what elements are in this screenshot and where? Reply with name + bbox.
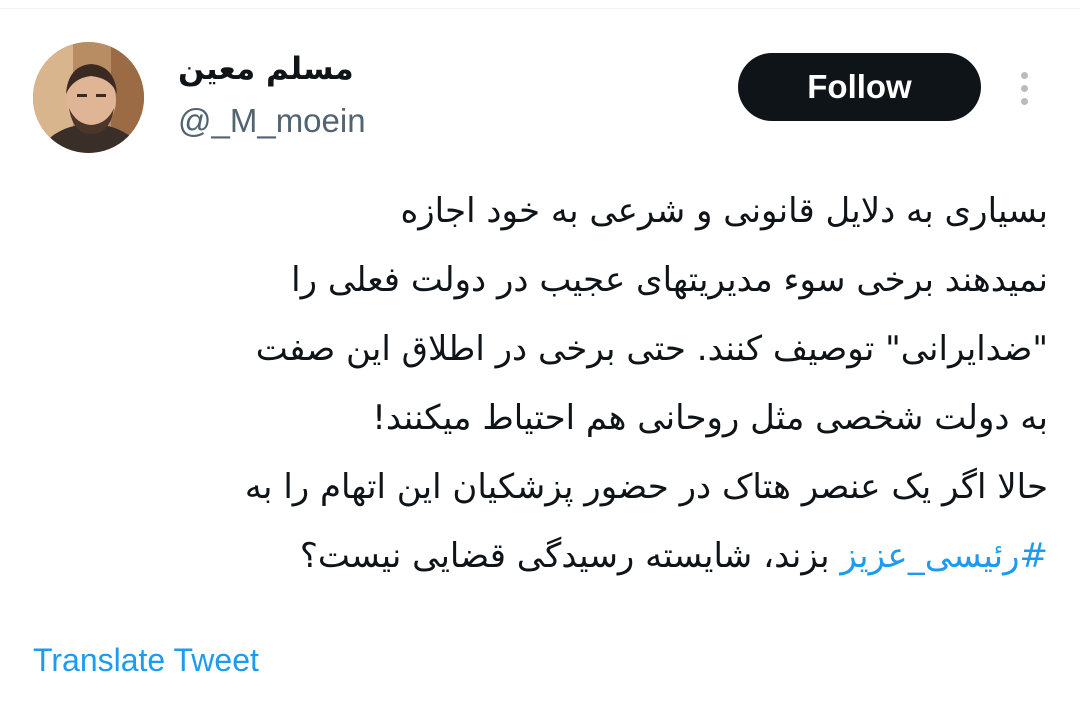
tweet-line: بسیاری به دلایل قانونی و شرعی به خود اجا… [400, 191, 1048, 231]
tweet-line: حالا اگر یک عنصر هتاک در حضور پزشکیان ای… [244, 467, 1048, 507]
author-handle[interactable]: @_M_moein [178, 99, 366, 143]
avatar-photo [33, 42, 144, 153]
tweet-line-rest: بزند، شایسته رسیدگی قضایی نیست؟ [299, 536, 841, 576]
tweet-line: نمیدهند برخی سوء مدیریتهای عجیب در دولت … [291, 260, 1048, 300]
hashtag-link[interactable]: #رئیسی_عزیز [840, 536, 1048, 576]
tweet-line-last: #رئیسی_عزیز بزند، شایسته رسیدگی قضایی نی… [33, 522, 1048, 591]
dot [1020, 97, 1028, 105]
translate-tweet-link[interactable]: Translate Tweet [33, 638, 259, 682]
tweet-text: بسیاری به دلایل قانونی و شرعی به خود اجا… [33, 177, 1048, 591]
more-vertical-icon[interactable] [1010, 66, 1038, 110]
dot [1020, 84, 1028, 92]
author-display-name[interactable]: مسلم معین [178, 48, 354, 90]
dot [1020, 71, 1028, 79]
tweet-line: "ضدایرانی" توصیف کنند. حتی برخی در اطلاق… [255, 329, 1048, 369]
avatar[interactable] [33, 42, 144, 153]
tweet-line: به دولت شخصی مثل روحانی هم احتیاط میکنند… [372, 398, 1048, 438]
top-divider [0, 0, 1080, 9]
follow-button[interactable]: Follow [738, 53, 981, 121]
